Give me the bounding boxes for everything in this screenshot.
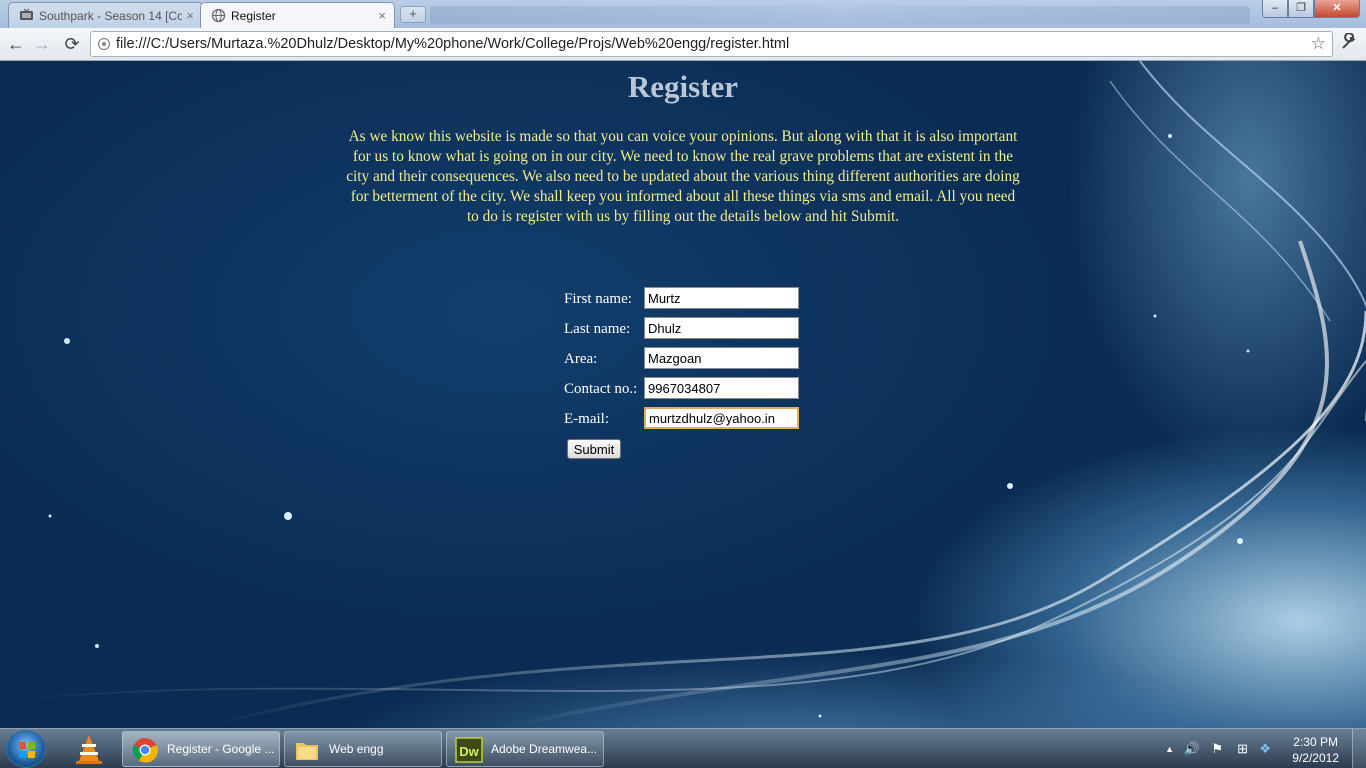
tab-southpark[interactable]: Southpark - Season 14 [Con ×: [8, 2, 203, 28]
tab-title: Southpark - Season 14 [Con: [39, 8, 183, 23]
last-name-label: Last name:: [564, 321, 631, 337]
page-icon: [97, 37, 111, 51]
contact-label: Contact no.:: [564, 381, 638, 397]
windows-logo-icon: [19, 742, 35, 758]
background-blur: [430, 6, 1250, 24]
dreamweaver-icon: Dw: [455, 737, 483, 763]
last-name-input[interactable]: [644, 317, 799, 339]
browser-toolbar: ← → ⟳ file:///C:/Users/Murtaza.%20Dhulz/…: [0, 28, 1366, 61]
show-desktop-button[interactable]: [1352, 729, 1366, 768]
bookmark-star-icon[interactable]: ☆: [1311, 32, 1326, 56]
volume-icon[interactable]: 🔊: [1184, 741, 1200, 757]
forward-button[interactable]: →: [32, 34, 52, 54]
area-label: Area:: [564, 351, 598, 367]
first-name-label: First name:: [564, 291, 632, 307]
maximize-button[interactable]: ❐: [1288, 0, 1314, 18]
window-controls: – ❐ ✕: [1262, 0, 1360, 18]
contact-input[interactable]: [644, 377, 799, 399]
dropbox-icon[interactable]: ❖: [1259, 741, 1271, 757]
wrench-icon-shape: [1342, 32, 1356, 49]
taskbar: Register - Google ... Web engg Dw Adobe …: [0, 728, 1366, 768]
page-title: Register: [627, 69, 739, 104]
new-tab-button[interactable]: +: [400, 6, 426, 23]
address-url: file:///C:/Users/Murtaza.%20Dhulz/Deskto…: [116, 36, 790, 52]
first-name-input[interactable]: [644, 287, 799, 309]
minimize-button[interactable]: –: [1262, 0, 1288, 18]
address-bar[interactable]: file:///C:/Users/Murtaza.%20Dhulz/Deskto…: [90, 31, 1333, 57]
folder-icon: [296, 743, 318, 760]
start-button[interactable]: [6, 730, 46, 768]
email-input[interactable]: [644, 407, 799, 429]
submit-button[interactable]: Submit: [567, 439, 621, 459]
clock[interactable]: 2:30 PM 9/2/2012: [1292, 734, 1339, 766]
email-label: E-mail:: [564, 411, 609, 427]
taskbar-chrome[interactable]: Register - Google ...: [122, 731, 280, 767]
network-icon[interactable]: ⊞: [1237, 741, 1248, 757]
taskbar-label: Register - Google ...: [167, 742, 275, 756]
dreamweaver-icon-text: Dw: [459, 744, 479, 759]
clock-time: 2:30 PM: [1293, 735, 1338, 749]
globe-icon: [211, 8, 226, 23]
page-viewport[interactable]: Register As we know this website is made…: [0, 61, 1366, 728]
close-window-button[interactable]: ✕: [1314, 0, 1360, 18]
reload-button[interactable]: ⟳: [62, 34, 82, 54]
close-tab-icon[interactable]: ×: [186, 8, 194, 23]
back-button[interactable]: ←: [6, 34, 26, 54]
tab-strip: Southpark - Season 14 [Con × Register × …: [0, 0, 1366, 28]
tab-title: Register: [231, 8, 276, 23]
close-tab-icon[interactable]: ×: [378, 8, 386, 23]
tv-icon: [20, 8, 33, 20]
show-hidden-icons-arrow-icon[interactable]: ▲: [1165, 744, 1174, 754]
intro-paragraph: As we know this website is made so that …: [346, 128, 1020, 225]
tab-register[interactable]: Register ×: [200, 2, 395, 28]
taskbar-label: Web engg: [329, 742, 384, 756]
taskbar-dreamweaver[interactable]: Dw Adobe Dreamwea...: [446, 731, 604, 767]
area-input[interactable]: [644, 347, 799, 369]
taskbar-explorer[interactable]: Web engg: [284, 731, 442, 767]
chrome-icon: [132, 738, 158, 763]
vlc-icon[interactable]: [66, 732, 112, 766]
wrench-icon[interactable]: [1340, 32, 1358, 56]
action-center-flag-icon[interactable]: ⚑: [1211, 741, 1223, 757]
taskbar-label: Adobe Dreamwea...: [491, 742, 598, 756]
clock-date: 9/2/2012: [1292, 751, 1339, 765]
